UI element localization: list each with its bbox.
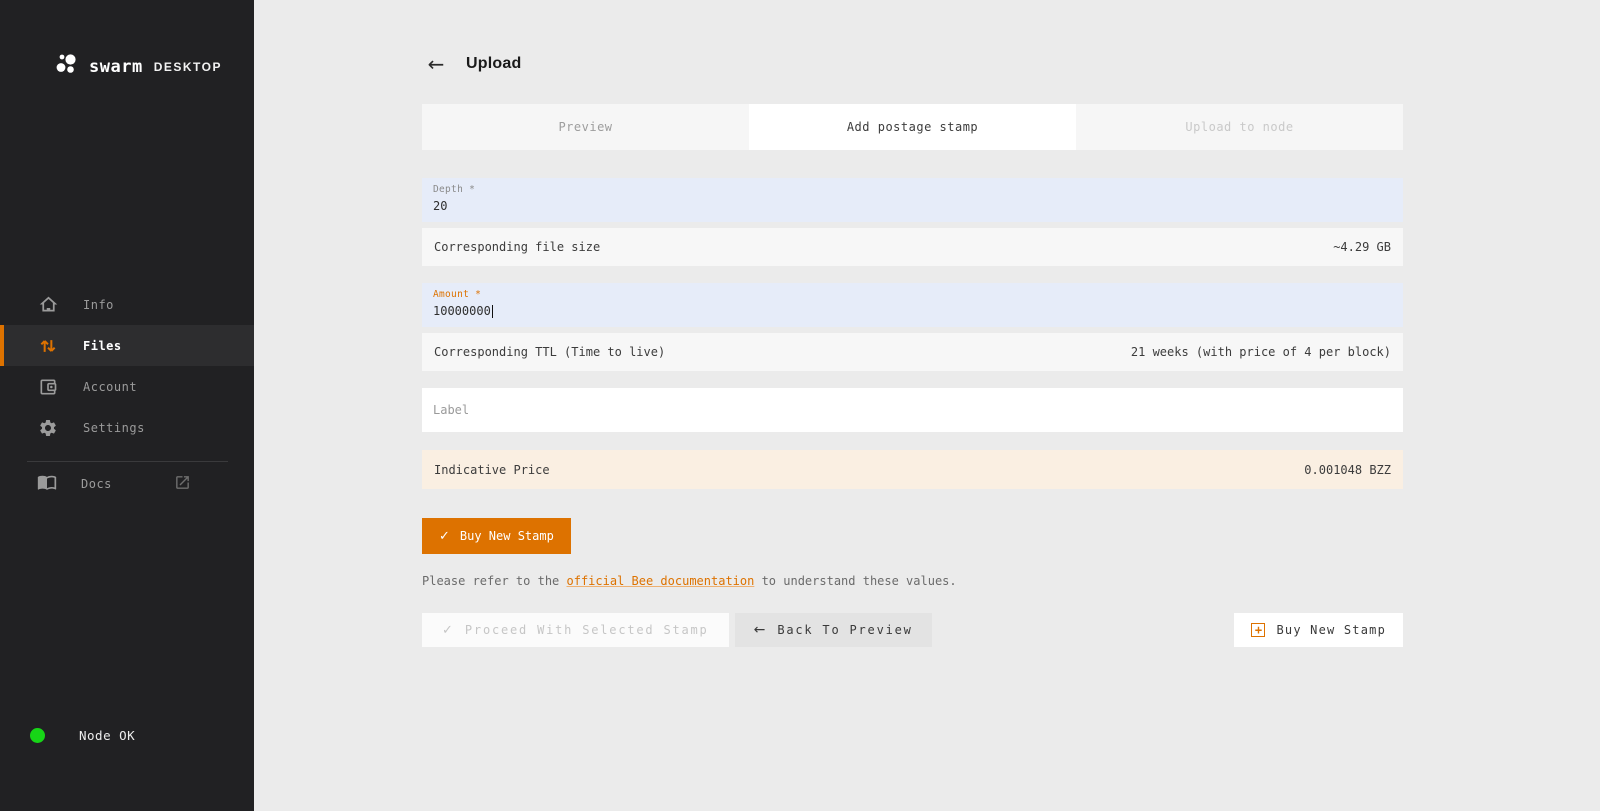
file-size-row: Corresponding file size ~4.29 GB <box>422 228 1403 266</box>
tab-preview[interactable]: Preview <box>422 104 749 150</box>
tab-label: Preview <box>558 120 612 134</box>
buy-new-stamp-footer-label: Buy New Stamp <box>1276 623 1386 637</box>
amount-label: Amount * <box>433 289 1403 300</box>
sidebar-item-docs[interactable]: Docs <box>0 463 254 505</box>
sidebar-item-settings[interactable]: Settings <box>0 407 254 448</box>
footer-actions: ✓ Proceed With Selected Stamp ← Back To … <box>422 613 1403 647</box>
amount-input[interactable]: Amount * 10000000 <box>422 283 1403 327</box>
page-title: Upload <box>466 55 521 73</box>
upload-content: ← Upload Preview Add postage stamp Uploa… <box>422 0 1403 647</box>
tab-add-postage-stamp[interactable]: Add postage stamp <box>749 104 1076 150</box>
buy-new-stamp-footer-button[interactable]: + Buy New Stamp <box>1234 613 1403 647</box>
indicative-price-label: Indicative Price <box>434 463 550 477</box>
depth-input[interactable]: Depth * 20 <box>422 178 1403 222</box>
tab-upload-to-node[interactable]: Upload to node <box>1076 104 1403 150</box>
sidebar-item-account[interactable]: Account <box>0 366 254 407</box>
page-header: ← Upload <box>422 48 1403 80</box>
plus-square-icon: + <box>1251 623 1265 637</box>
sidebar-item-info[interactable]: Info <box>0 284 254 325</box>
checkmark-icon: ✓ <box>442 623 453 638</box>
ttl-label: Corresponding TTL (Time to live) <box>434 345 665 359</box>
tab-label: Add postage stamp <box>847 120 978 134</box>
indicative-price-value: 0.001048 BZZ <box>1304 463 1391 477</box>
text-caret <box>492 305 493 318</box>
label-input[interactable]: Label <box>422 388 1403 432</box>
bee-documentation-link[interactable]: official Bee documentation <box>567 574 755 588</box>
file-size-value: ~4.29 GB <box>1333 240 1391 254</box>
sidebar-item-label: Account <box>83 380 137 394</box>
sidebar-item-files[interactable]: Files <box>0 325 254 366</box>
proceed-with-selected-stamp-button[interactable]: ✓ Proceed With Selected Stamp <box>422 613 729 647</box>
ttl-value: 21 weeks (with price of 4 per block) <box>1131 345 1391 359</box>
help-prefix: Please refer to the <box>422 574 567 588</box>
book-icon <box>37 472 57 496</box>
home-icon <box>37 294 59 316</box>
help-suffix: to understand these values. <box>754 574 956 588</box>
node-status: Node OK <box>0 728 254 743</box>
label-placeholder: Label <box>433 403 469 417</box>
gear-icon <box>37 417 59 439</box>
buy-new-stamp-label: Buy New Stamp <box>460 529 554 543</box>
node-status-label: Node OK <box>79 728 135 743</box>
sidebar-item-label: Files <box>83 339 122 353</box>
sidebar-nav: Info Files Account <box>0 284 254 448</box>
checkmark-icon: ✓ <box>439 529 450 544</box>
back-button[interactable]: ← <box>422 50 450 78</box>
logo-suffix-text: DESKTOP <box>154 60 222 74</box>
logo-brand-text: swarm <box>89 57 143 77</box>
help-text: Please refer to the official Bee documen… <box>422 574 1403 588</box>
file-size-label: Corresponding file size <box>434 240 600 254</box>
app-logo: swarm DESKTOP <box>54 52 222 81</box>
external-link-icon <box>174 474 191 495</box>
left-arrow-icon: ← <box>754 622 766 638</box>
back-to-preview-button[interactable]: ← Back To Preview <box>735 613 932 647</box>
depth-value: 20 <box>433 199 1403 213</box>
arrows-up-down-icon <box>37 335 59 357</box>
ttl-row: Corresponding TTL (Time to live) 21 week… <box>422 333 1403 371</box>
main-area: ← Upload Preview Add postage stamp Uploa… <box>254 0 1600 811</box>
sidebar-divider <box>27 461 228 462</box>
indicative-price-row: Indicative Price 0.001048 BZZ <box>422 450 1403 489</box>
amount-value: 10000000 <box>433 304 1403 318</box>
wallet-icon <box>37 376 59 398</box>
swarm-logo-icon <box>54 52 80 81</box>
back-to-preview-label: Back To Preview <box>777 623 912 637</box>
left-arrow-icon: ← <box>428 52 445 76</box>
sidebar: swarm DESKTOP Info Files <box>0 0 254 811</box>
buy-new-stamp-button[interactable]: ✓ Buy New Stamp <box>422 518 571 554</box>
stepper-tabs: Preview Add postage stamp Upload to node <box>422 104 1403 150</box>
node-status-dot <box>30 728 45 743</box>
sidebar-item-label: Settings <box>83 421 145 435</box>
tab-label: Upload to node <box>1185 120 1293 134</box>
depth-label: Depth * <box>433 184 1403 195</box>
sidebar-item-label: Info <box>83 298 114 312</box>
docs-section: Docs <box>0 461 254 505</box>
proceed-label: Proceed With Selected Stamp <box>465 623 709 637</box>
sidebar-item-label: Docs <box>81 477 112 491</box>
